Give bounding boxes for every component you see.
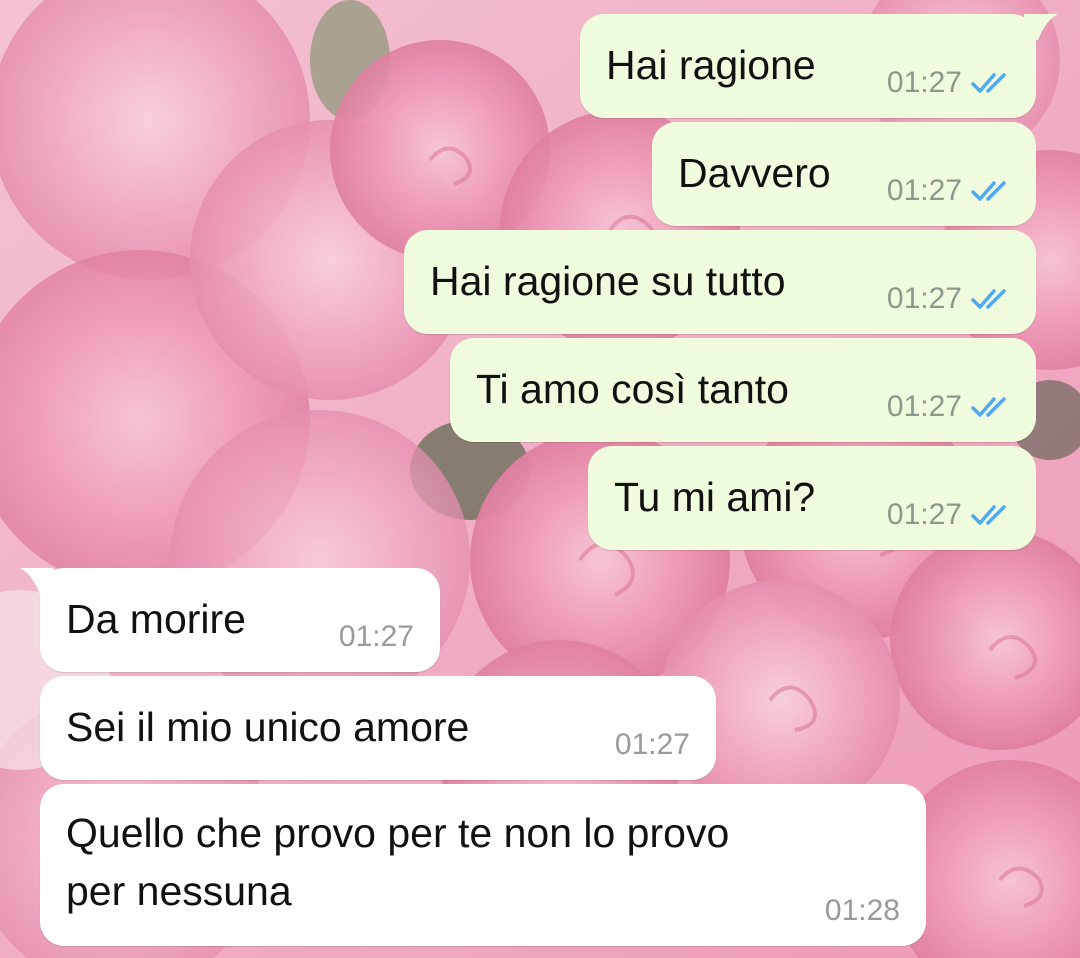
message-time: 01:27 [886, 174, 962, 207]
message-text: Tu mi ami? [614, 474, 816, 520]
message-time: 01:27 [886, 498, 962, 531]
message-text: Sei il mio unico amore [66, 704, 470, 750]
incoming-message[interactable]: Quello che provo per te non lo provo per… [40, 784, 926, 946]
message-text-line2: per nessuna [66, 868, 292, 914]
message-meta: 01:27 [339, 620, 414, 654]
message-meta: 01:27 [887, 390, 1014, 424]
outgoing-message[interactable]: Hai ragione 01:27 [580, 14, 1058, 118]
double-check-icon [971, 181, 1006, 201]
message-meta: 01:27 [887, 66, 1014, 100]
message-text: Davvero [678, 150, 831, 196]
bubble-tail-icon [20, 568, 54, 594]
message-meta: 01:27 [887, 174, 1014, 208]
message-time: 01:27 [614, 728, 690, 761]
message-text: Hai ragione [606, 42, 816, 88]
message-text-line1: Quello che provo per te non lo provo [66, 810, 730, 856]
bubble-tail-icon [1024, 14, 1058, 40]
message-time: 01:27 [338, 620, 414, 653]
double-check-icon [971, 289, 1006, 309]
message-meta: 01:27 [887, 282, 1014, 316]
double-check-icon [971, 73, 1006, 93]
outgoing-message[interactable]: Hai ragione su tutto 01:27 [404, 230, 1036, 334]
message-text: Hai ragione su tutto [430, 258, 786, 304]
message-time: 01:27 [886, 66, 962, 99]
message-text: Ti amo così tanto [476, 366, 789, 412]
message-time: 01:28 [824, 894, 900, 927]
message-meta: 01:27 [887, 498, 1014, 532]
message-time: 01:27 [886, 390, 962, 423]
outgoing-message[interactable]: Tu mi ami? 01:27 [588, 446, 1036, 550]
message-text: Da morire [66, 596, 246, 642]
message-list[interactable]: Hai ragione 01:27 Davvero 01:27 Hai ragi… [0, 0, 1080, 958]
outgoing-message[interactable]: Davvero 01:27 [652, 122, 1036, 226]
double-check-icon [971, 505, 1006, 525]
double-check-icon [971, 397, 1006, 417]
incoming-message[interactable]: Da morire 01:27 [20, 568, 440, 672]
outgoing-message[interactable]: Ti amo così tanto 01:27 [450, 338, 1036, 442]
incoming-message[interactable]: Sei il mio unico amore 01:27 [40, 676, 716, 780]
message-time: 01:27 [886, 282, 962, 315]
message-meta: 01:27 [615, 728, 690, 762]
message-meta: 01:28 [825, 894, 900, 928]
